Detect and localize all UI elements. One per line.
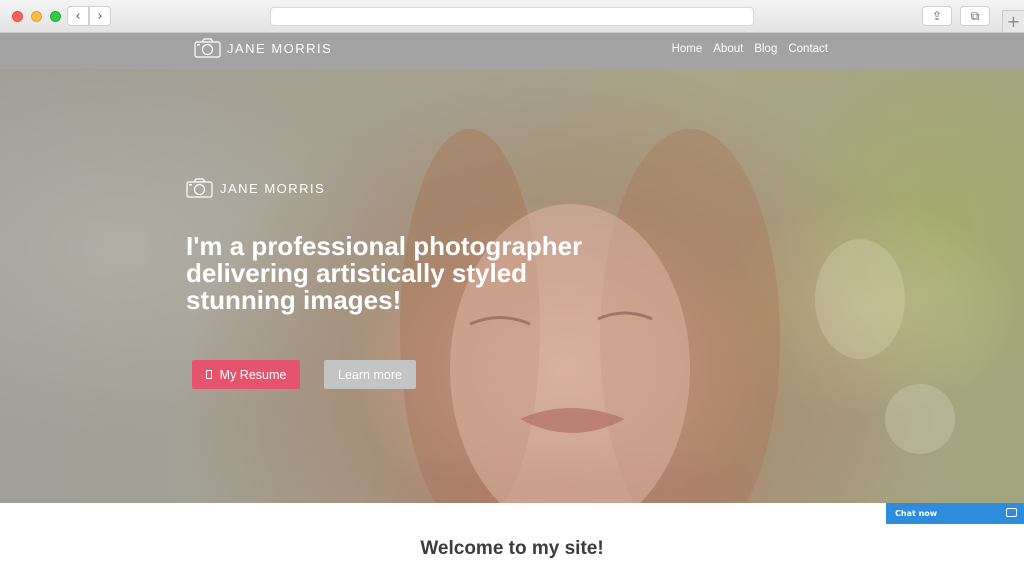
chat-label: Chat now <box>895 509 938 518</box>
my-resume-button[interactable]: My Resume <box>192 360 300 389</box>
browser-toolbar: ‹ › ⇪ ⧉ + <box>0 0 1024 33</box>
site-header: JANE MORRIS Home About Blog Contact <box>0 33 1024 69</box>
site-logo[interactable]: JANE MORRIS <box>194 38 332 58</box>
address-bar[interactable] <box>270 7 754 26</box>
share-icon: ⇪ <box>931 9 943 23</box>
minimize-window-button[interactable] <box>31 11 42 22</box>
site-brand: JANE MORRIS <box>227 40 333 56</box>
camera-icon <box>194 38 221 58</box>
nav-contact[interactable]: Contact <box>788 43 828 55</box>
nav-blog[interactable]: Blog <box>754 43 777 55</box>
learn-more-button[interactable]: Learn more <box>324 360 416 389</box>
tabs-icon: ⧉ <box>970 8 980 23</box>
new-tab-button[interactable]: + <box>1002 10 1024 32</box>
nav-about[interactable]: About <box>713 43 743 55</box>
zoom-window-button[interactable] <box>50 11 61 22</box>
main-nav: Home About Blog Contact <box>672 43 828 55</box>
document-icon <box>205 370 212 379</box>
hero-section: JANE MORRIS I'm a professional photograp… <box>0 69 1024 503</box>
back-button[interactable]: ‹ <box>67 6 89 26</box>
nav-home[interactable]: Home <box>672 43 703 55</box>
learn-more-label: Learn more <box>338 367 402 382</box>
show-tabs-button[interactable]: ⧉ <box>960 6 990 26</box>
my-resume-label: My Resume <box>219 367 287 382</box>
hero-brand: JANE MORRIS <box>220 180 326 196</box>
close-window-button[interactable] <box>12 11 23 22</box>
hero-headline: I'm a professional photographer deliveri… <box>186 231 583 315</box>
forward-button[interactable]: › <box>89 6 111 26</box>
share-button[interactable]: ⇪ <box>922 6 952 26</box>
camera-icon <box>186 178 213 198</box>
chat-bubble-icon <box>1006 508 1017 517</box>
hero-logo: JANE MORRIS <box>186 178 325 198</box>
chat-widget[interactable]: Chat now <box>886 503 1024 524</box>
welcome-heading: Welcome to my site! <box>420 538 604 559</box>
